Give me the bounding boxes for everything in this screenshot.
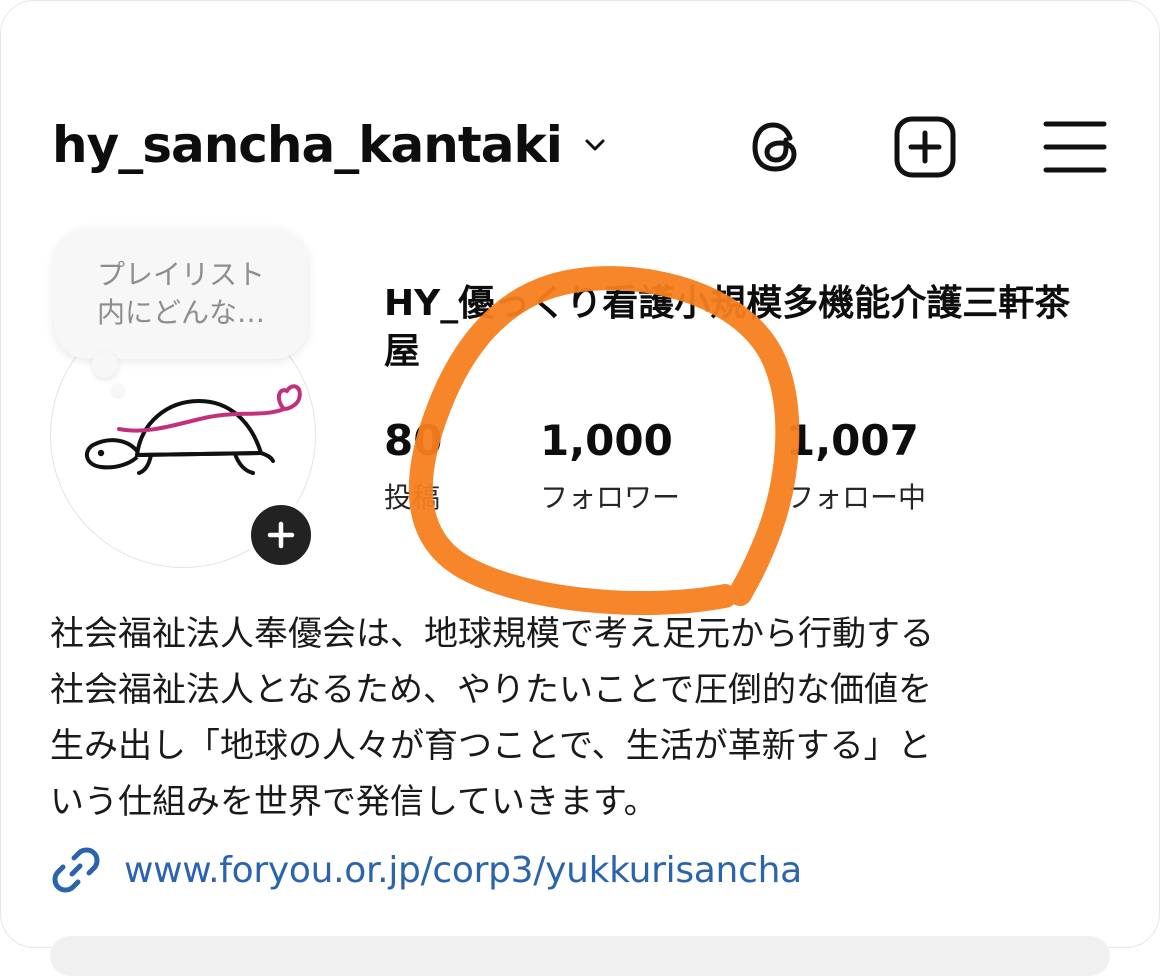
create-icon[interactable] [892, 114, 958, 180]
menu-icon[interactable] [1042, 114, 1108, 180]
link-icon [52, 847, 100, 893]
bio-line: 生み出し「地球の人々が育つことで、生活が革新する」と [50, 726, 932, 766]
profile-screen: hy_sancha_kantaki プレイリスト 内にどんな… HY_優っくり看… [0, 0, 1160, 976]
profile-action-bar [50, 936, 1110, 976]
posts-count[interactable]: 80 投稿 [384, 414, 442, 518]
account-switcher[interactable]: hy_sancha_kantaki [52, 106, 610, 184]
website-link[interactable]: www.foryou.or.jp/corp3/yukkurisancha [50, 840, 802, 900]
followers-value: 1,000 [540, 416, 673, 465]
profile-header: hy_sancha_kantaki [52, 106, 1114, 184]
add-story-button[interactable] [246, 500, 316, 570]
bio-line: 社会福祉法人となるため、やりたいことで圧倒的な価値を [50, 670, 932, 710]
following-value: 1,007 [786, 416, 919, 465]
followers-count[interactable]: 1,000 フォロワー [540, 414, 680, 518]
note-bubble-tail [92, 352, 118, 378]
posts-label: 投稿 [384, 481, 441, 514]
note-text-line-2: 内にどんな… [96, 296, 265, 329]
bio-line: いう仕組みを世界で発信していきます。 [50, 782, 658, 822]
website-link-text: www.foryou.or.jp/corp3/yukkurisancha [124, 849, 802, 891]
note-bubble[interactable]: プレイリスト 内にどんな… [54, 229, 308, 359]
posts-value: 80 [384, 416, 443, 465]
bio-line: 社会福祉法人奉優会は、地球規模で考え足元から行動する [50, 614, 934, 654]
note-bubble-tail-small [112, 384, 124, 396]
chevron-down-icon [585, 139, 605, 151]
following-label: フォロー中 [786, 481, 927, 514]
profile-bio: 社会福祉法人奉優会は、地球規模で考え足元から行動する 社会福祉法人となるため、や… [50, 606, 1130, 830]
following-count[interactable]: 1,007 フォロー中 [786, 414, 926, 518]
username: hy_sancha_kantaki [52, 116, 563, 174]
display-name: HY_優っくり看護小規模多機能介護三軒茶屋 [384, 283, 1071, 372]
followers-label: フォロワー [540, 481, 681, 514]
add-story-icon [267, 521, 295, 549]
threads-icon[interactable] [744, 114, 810, 180]
note-text-line-1: プレイリスト [96, 258, 265, 291]
